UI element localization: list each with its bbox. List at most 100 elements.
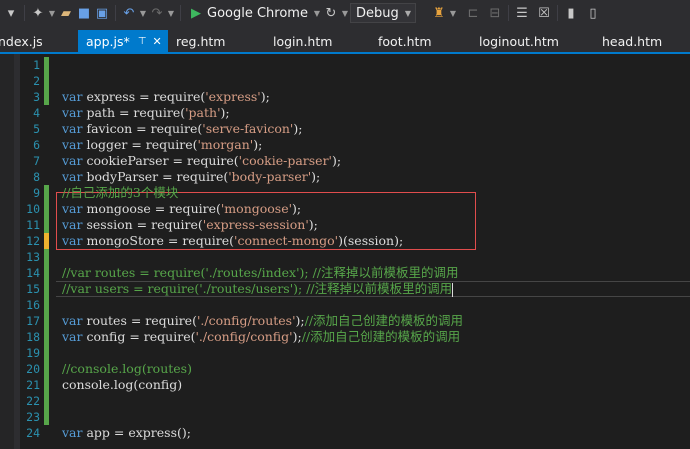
- comment-token: //添加自己创建的模板的调用: [304, 313, 464, 328]
- saved-change-marker: [44, 89, 49, 105]
- bookmark-icon[interactable]: ▮: [562, 2, 580, 24]
- solution-configuration-select[interactable]: Debug ▼: [349, 3, 416, 23]
- tab-app-js[interactable]: app.js* ⊤ ✕: [78, 30, 168, 52]
- code-text[interactable]: //var routes = require('./routes/index')…: [62, 265, 459, 281]
- code-line[interactable]: 15 //var users = require('./routes/users'…: [0, 281, 690, 297]
- code-token: path = require(: [82, 105, 186, 120]
- tab-head-htm[interactable]: head.htm: [602, 30, 662, 52]
- open-file-icon[interactable]: ▰: [57, 2, 75, 24]
- code-text[interactable]: var mongoose = require('mongoose');: [62, 201, 301, 217]
- uncomment-lines-icon[interactable]: ☒: [535, 2, 553, 24]
- keyword-token: var: [62, 89, 83, 104]
- keyword-token: var: [62, 153, 83, 168]
- line-number: 10: [26, 202, 40, 216]
- toolbar-separator: [180, 5, 181, 21]
- code-line[interactable]: 24 var app = express();: [0, 425, 690, 441]
- chevron-down-icon: ▼: [404, 8, 411, 18]
- code-line[interactable]: 1: [0, 57, 690, 73]
- code-text[interactable]: var app = express();: [62, 425, 191, 441]
- align-icon[interactable]: ⊟: [486, 2, 504, 24]
- code-line[interactable]: 4 var path = require('path');: [0, 105, 690, 121]
- code-line[interactable]: 3 var express = require('express');: [0, 89, 690, 105]
- code-text[interactable]: var cookieParser = require('cookie-parse…: [62, 153, 341, 169]
- new-project-dropdown-icon[interactable]: ▼: [47, 2, 57, 24]
- tools-icon[interactable]: ♜: [430, 2, 448, 24]
- code-line[interactable]: 20 //console.log(routes): [0, 361, 690, 377]
- code-line[interactable]: 9 //自己添加的3个模块: [0, 185, 690, 201]
- code-text[interactable]: var config = require('./config/config');…: [62, 329, 460, 345]
- code-text[interactable]: //console.log(routes): [62, 361, 192, 377]
- keyword-token: var: [62, 329, 83, 344]
- refresh-dropdown-icon[interactable]: ▼: [340, 2, 350, 24]
- tools-dropdown-icon[interactable]: ▼: [448, 2, 458, 24]
- string-token: 'mongoose': [220, 201, 293, 216]
- code-line[interactable]: 19: [0, 345, 690, 361]
- code-line[interactable]: 10 var mongoose = require('mongoose');: [0, 201, 690, 217]
- code-line[interactable]: 8 var bodyParser = require('body-parser')…: [0, 169, 690, 185]
- code-token: );: [293, 121, 303, 136]
- browser-selector[interactable]: Google Chrome: [207, 6, 308, 21]
- code-line[interactable]: 12 var mongoStore = require('connect-mong…: [0, 233, 690, 249]
- keyword-token: var: [62, 121, 83, 136]
- code-text[interactable]: var mongoStore = require('connect-mongo'…: [62, 233, 403, 249]
- code-line[interactable]: 13: [0, 249, 690, 265]
- code-text[interactable]: var session = require('express-session')…: [62, 217, 318, 233]
- close-icon[interactable]: ✕: [152, 35, 161, 48]
- string-token: './config/config': [195, 329, 293, 344]
- code-line[interactable]: 14 //var routes = require('./routes/index…: [0, 265, 690, 281]
- string-token: 'connect-mongo': [234, 233, 339, 248]
- code-text[interactable]: var routes = require('./config/routes');…: [62, 313, 463, 329]
- code-line[interactable]: 7 var cookieParser = require('cookie-pars…: [0, 153, 690, 169]
- line-number: 21: [26, 378, 40, 392]
- code-line[interactable]: 17 var routes = require('./config/routes'…: [0, 313, 690, 329]
- refresh-icon[interactable]: ↻: [322, 2, 340, 24]
- code-line[interactable]: 11 var session = require('express-session…: [0, 217, 690, 233]
- undo-dropdown-icon[interactable]: ▼: [138, 2, 148, 24]
- keyword-token: var: [62, 137, 83, 152]
- undo-history-icon[interactable]: ▾: [2, 2, 20, 24]
- start-debugging-icon[interactable]: ▶: [191, 6, 201, 21]
- tab-login-htm[interactable]: login.htm: [273, 30, 332, 52]
- tab-reg-htm[interactable]: reg.htm: [176, 30, 225, 52]
- line-number: 13: [26, 250, 40, 264]
- code-text[interactable]: var logger = require('morgan');: [62, 137, 262, 153]
- code-token: logger = require(: [82, 137, 198, 152]
- redo-icon[interactable]: ↷: [148, 2, 166, 24]
- tab-index-js[interactable]: ndex.js: [0, 30, 43, 52]
- undo-icon[interactable]: ↶: [120, 2, 138, 24]
- next-bookmark-icon[interactable]: ▯: [584, 2, 602, 24]
- step-icon[interactable]: ⊏: [464, 2, 482, 24]
- code-line[interactable]: 2: [0, 73, 690, 89]
- code-text[interactable]: var express = require('express');: [62, 89, 270, 105]
- code-editor[interactable]: 1 2 3 var express = require('express'); 4 var…: [0, 54, 690, 449]
- redo-dropdown-icon[interactable]: ▼: [166, 2, 176, 24]
- code-line[interactable]: 18 var config = require('./config/config'…: [0, 329, 690, 345]
- code-text[interactable]: var bodyParser = require('body-parser');: [62, 169, 320, 185]
- toolbar-separator: [115, 5, 116, 21]
- new-project-icon[interactable]: ✦: [29, 2, 47, 24]
- string-token: 'body-parser': [228, 169, 312, 184]
- code-line[interactable]: 22: [0, 393, 690, 409]
- save-icon[interactable]: ■: [75, 2, 93, 24]
- code-line[interactable]: 16: [0, 297, 690, 313]
- toolbar-separator: [24, 5, 25, 21]
- code-text[interactable]: var path = require('path');: [62, 105, 230, 121]
- pin-icon[interactable]: ⊤: [138, 36, 147, 47]
- code-line[interactable]: 21 console.log(config): [0, 377, 690, 393]
- code-text[interactable]: //var users = require('./routes/users');…: [62, 281, 454, 297]
- saved-change-marker: [44, 377, 49, 393]
- code-line[interactable]: 5 var favicon = require('serve-favicon');: [0, 121, 690, 137]
- tab-loginout-htm[interactable]: loginout.htm: [479, 30, 559, 52]
- code-token: mongoStore = require(: [82, 233, 235, 248]
- save-all-icon[interactable]: ▣: [93, 2, 111, 24]
- comment-lines-icon[interactable]: ☰: [513, 2, 531, 24]
- line-number: 23: [26, 410, 40, 424]
- code-line[interactable]: 6 var logger = require('morgan');: [0, 137, 690, 153]
- code-text[interactable]: //自己添加的3个模块: [62, 185, 178, 201]
- code-text[interactable]: console.log(config): [62, 377, 182, 393]
- line-number: 22: [26, 394, 40, 408]
- code-line[interactable]: 23: [0, 409, 690, 425]
- tab-foot-htm[interactable]: foot.htm: [378, 30, 432, 52]
- browser-dropdown-icon[interactable]: ▼: [312, 2, 322, 24]
- code-text[interactable]: var favicon = require('serve-favicon');: [62, 121, 302, 137]
